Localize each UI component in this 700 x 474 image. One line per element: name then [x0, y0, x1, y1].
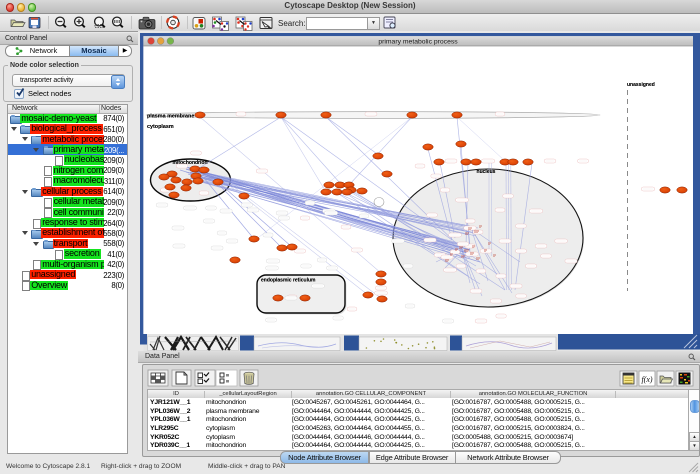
svg-text:cytoplasm: cytoplasm — [147, 124, 174, 130]
svg-text:primary metabolic process: primary metabolic process — [378, 39, 458, 46]
svg-text:unassigned: unassigned — [627, 82, 655, 88]
svg-text:plasma membrane: plasma membrane — [147, 113, 194, 119]
svg-text:f(x): f(x) — [641, 375, 652, 384]
svg-text:endoplasmic reticulum: endoplasmic reticulum — [261, 278, 316, 284]
svg-text:nucleus: nucleus — [477, 169, 496, 175]
